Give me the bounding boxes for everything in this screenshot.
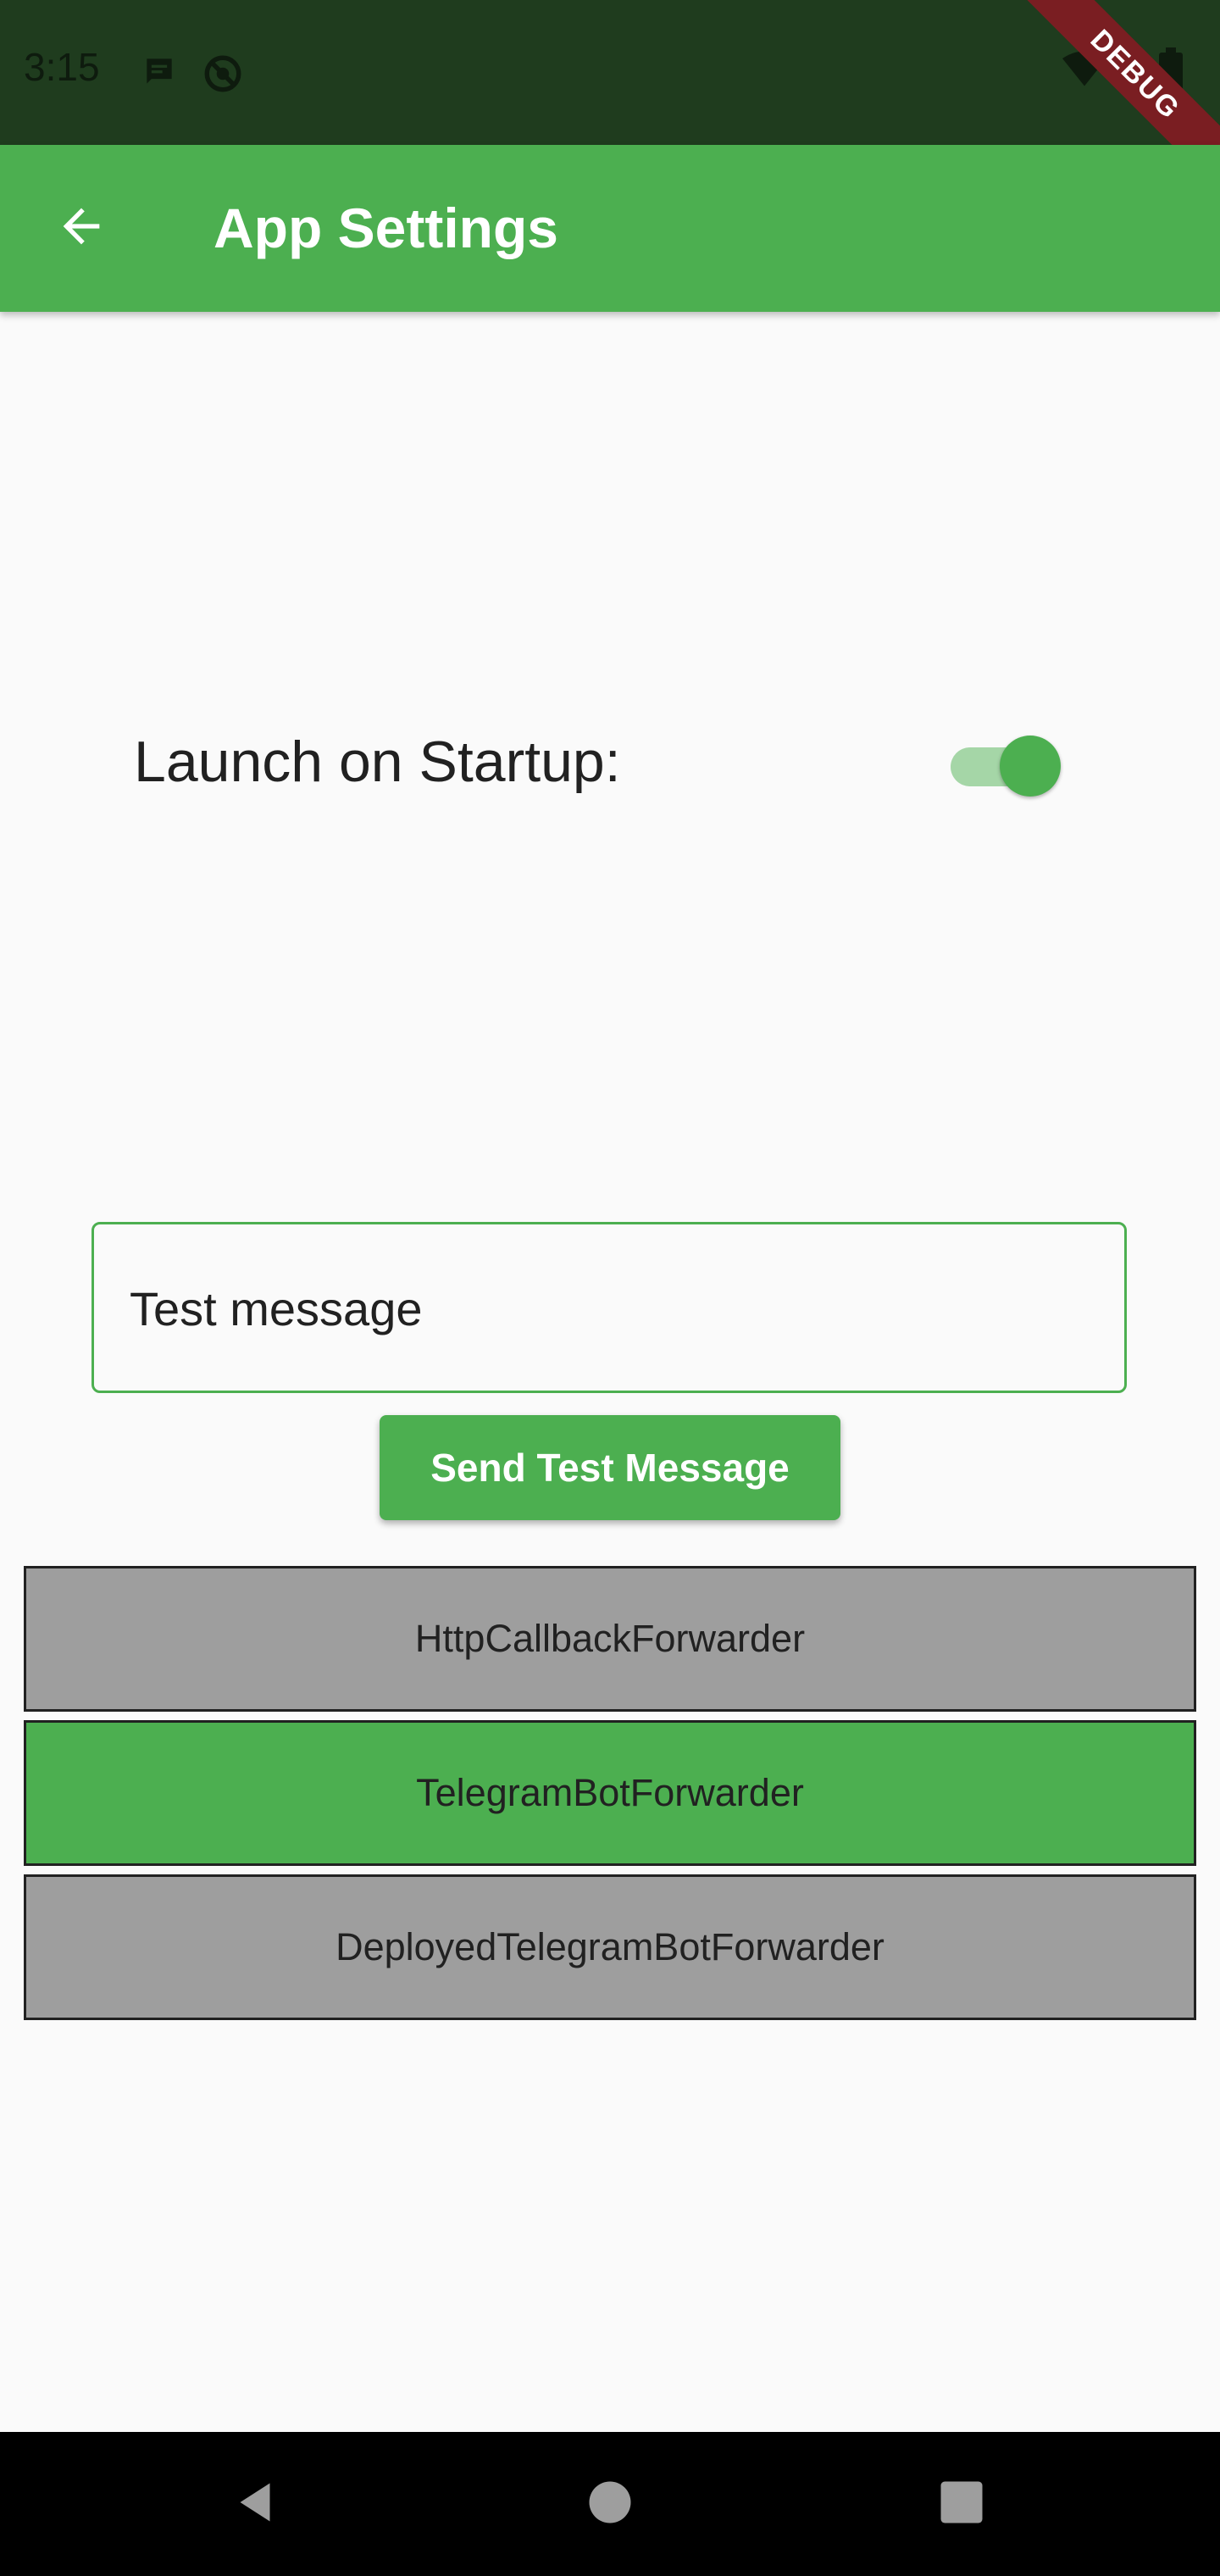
back-button[interactable] [41,187,122,269]
nav-back-button[interactable] [217,2466,293,2542]
status-time: 3:15 [24,45,100,89]
forwarder-telegram-bot[interactable]: TelegramBotForwarder [24,1720,1196,1866]
status-bar: 3:15 [0,0,1220,145]
battery-icon [1159,47,1183,96]
app-bar: App Settings [0,145,1220,312]
forwarder-http-callback[interactable]: HttpCallbackForwarder [24,1566,1196,1712]
wifi-icon [1062,51,1106,92]
nav-recents-button[interactable] [923,2466,1000,2542]
sync-off-icon [202,53,244,99]
navigation-bar [0,2432,1220,2576]
launch-on-startup-toggle[interactable] [947,736,1061,797]
signal-icon [1110,51,1147,92]
test-message-input[interactable] [128,1224,1097,1392]
arrow-back-icon [54,199,108,258]
back-triangle-icon [230,2477,280,2532]
test-message-field[interactable] [92,1222,1127,1393]
home-circle-icon [586,2479,634,2530]
recents-square-icon [938,2479,985,2530]
screen: 3:15 DEBUG App Settings Launch on Startu… [0,0,1220,2576]
send-test-message-button[interactable]: Send Test Message [380,1415,840,1520]
nav-home-button[interactable] [572,2466,648,2542]
message-icon [141,53,178,94]
toggle-thumb [1000,736,1061,797]
forwarder-deployed-telegram-bot[interactable]: DeployedTelegramBotForwarder [24,1874,1196,2020]
launch-on-startup-label: Launch on Startup: [134,730,621,794]
page-title: App Settings [214,197,558,259]
